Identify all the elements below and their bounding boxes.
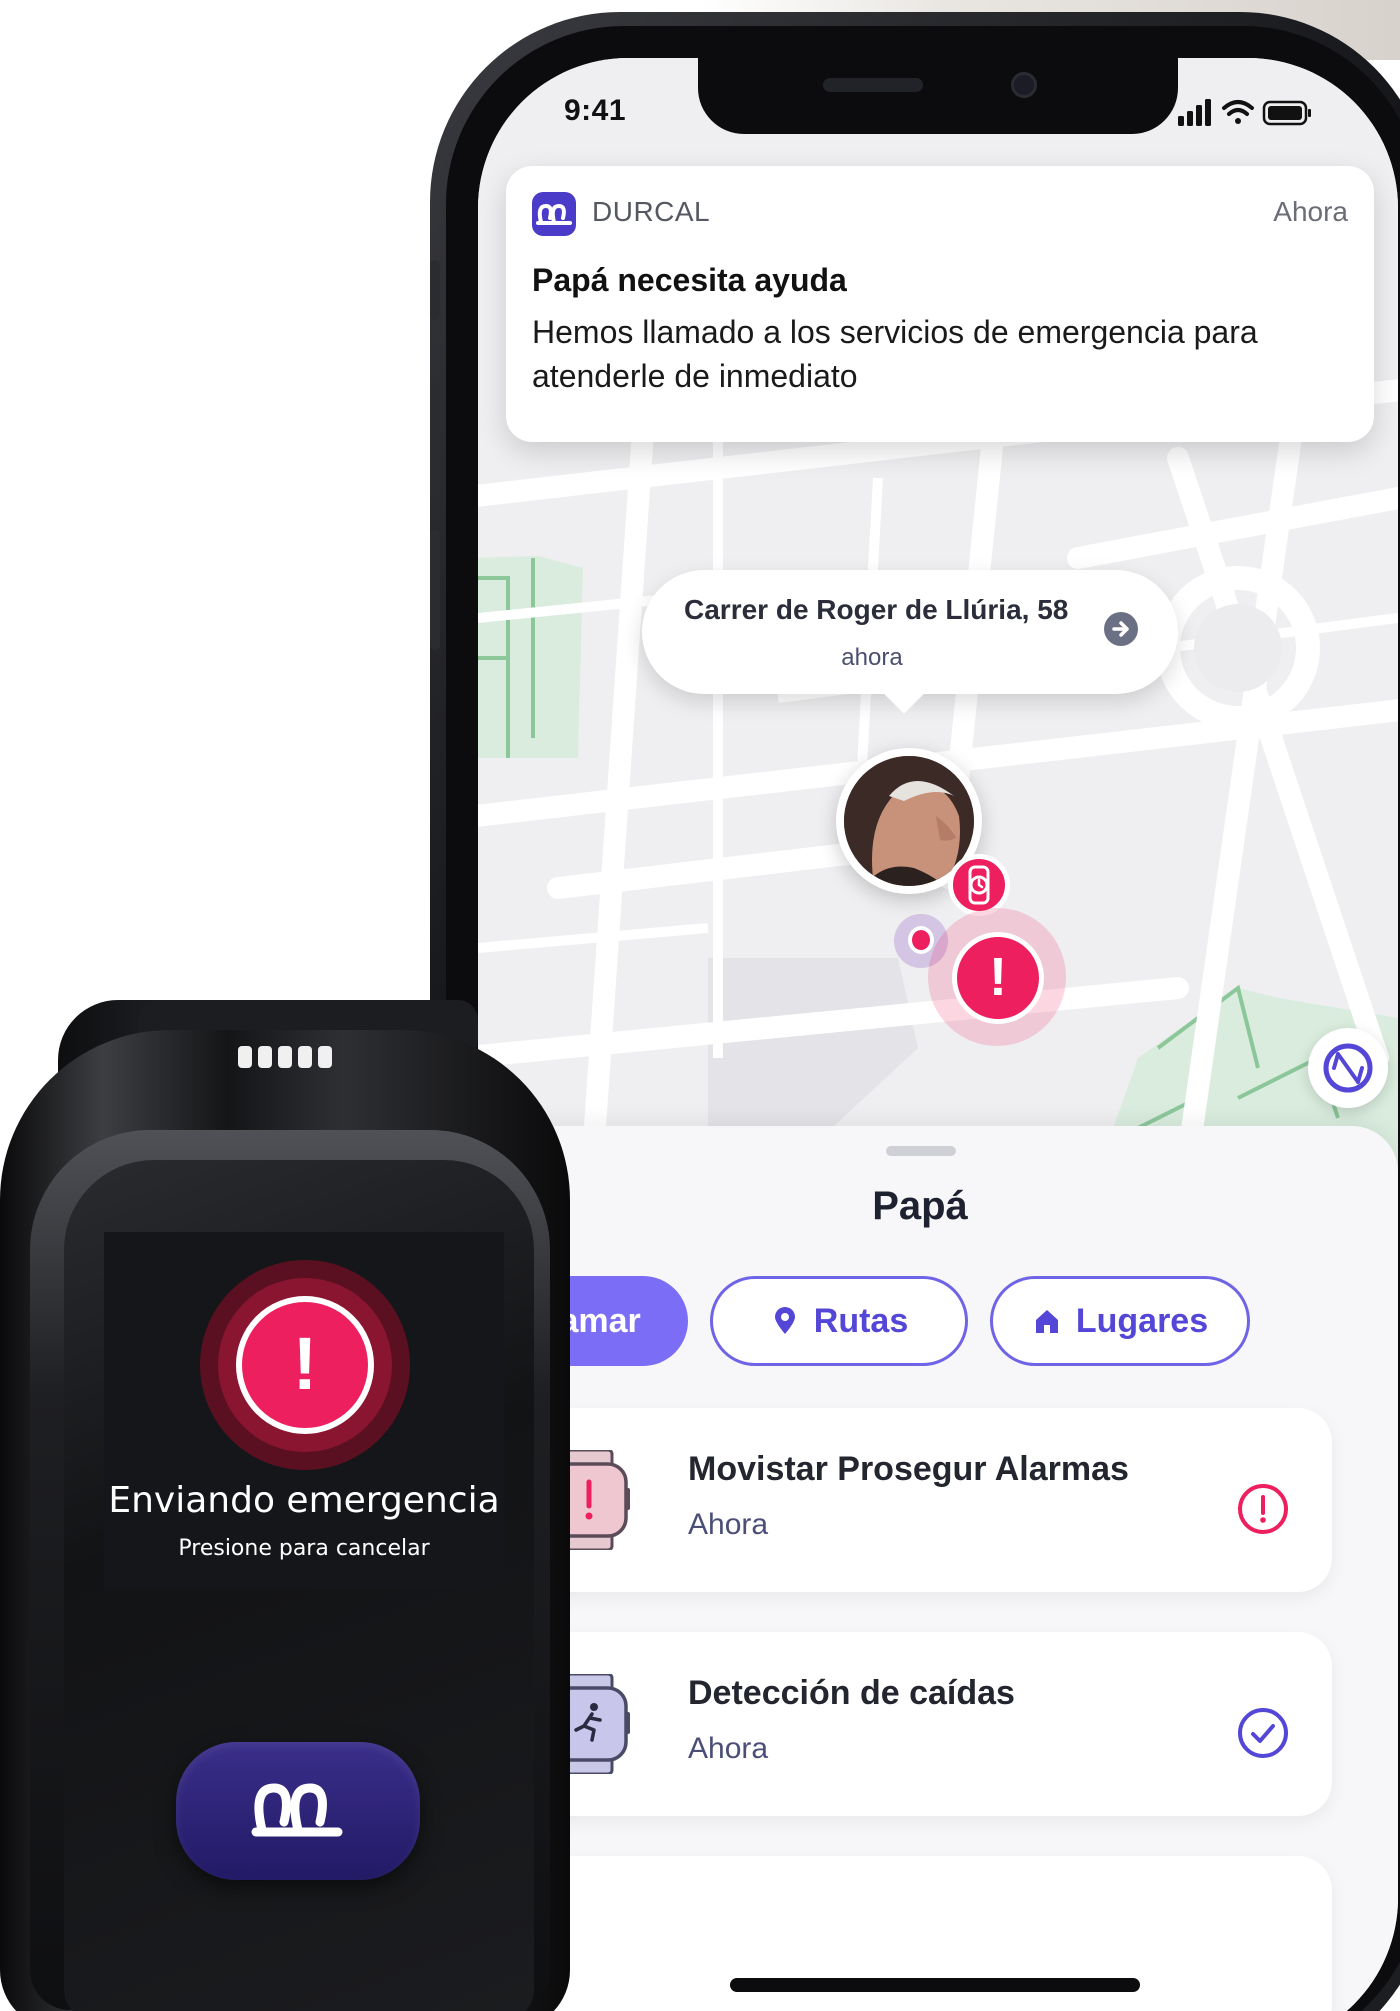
watch-badge-icon — [948, 854, 1010, 916]
location-dot — [908, 926, 934, 954]
phone-screen: 9:41 DURCAL Ahora Papá necesita ayuda He… — [478, 58, 1398, 2011]
product-render: 9:41 DURCAL Ahora Papá necesita ayuda He… — [0, 0, 1400, 2011]
map-pin-icon — [770, 1306, 800, 1336]
durcal-app-icon — [532, 192, 576, 236]
push-notification[interactable]: DURCAL Ahora Papá necesita ayuda Hemos l… — [506, 166, 1374, 442]
event-card-alarm[interactable]: Movistar Prosegur Alarmas Ahora — [498, 1408, 1332, 1592]
home-icon — [1032, 1306, 1062, 1336]
sheet-drag-handle[interactable] — [886, 1146, 956, 1156]
routes-button-label: Rutas — [813, 1301, 909, 1340]
phone-silent-switch — [430, 260, 440, 320]
durcal-logo-icon — [251, 1783, 343, 1837]
routes-button[interactable]: Rutas — [710, 1276, 968, 1366]
home-indicator[interactable] — [730, 1978, 1140, 1992]
location-callout[interactable]: Carrer de Roger de Llúria, 58 ahora — [642, 570, 1178, 694]
bottom-sheet[interactable]: Papá Llamar Rutas Lugares Movistar Prose… — [478, 1126, 1398, 2011]
earpiece — [823, 78, 923, 92]
arrow-right-icon[interactable] — [1104, 612, 1138, 646]
alert-circle-icon — [1236, 1482, 1290, 1536]
watch-screen-title: Enviando emergencia — [108, 1480, 500, 1521]
notification-title: Papá necesita ayuda — [532, 262, 847, 298]
event-title: Movistar Prosegur Alarmas — [688, 1450, 1129, 1488]
front-camera — [1011, 72, 1037, 98]
alert-marker-icon[interactable]: ! — [952, 932, 1044, 1024]
location-time: ahora — [841, 644, 903, 671]
event-time: Ahora — [688, 1732, 769, 1765]
sheet-title: Papá — [872, 1184, 968, 1228]
event-card-fall-detection[interactable]: Detección de caídas Ahora — [498, 1632, 1332, 1816]
signal-icon — [1178, 99, 1211, 126]
watch-screen-subtitle: Presione para cancelar — [178, 1536, 430, 1561]
phone-volume-down — [430, 530, 440, 650]
watch-speaker-grill — [238, 1046, 338, 1068]
battery-icon — [1262, 100, 1311, 126]
check-circle-icon — [1236, 1706, 1290, 1760]
alert-icon: ! — [236, 1296, 374, 1434]
status-icons — [1178, 96, 1318, 128]
watch-sos-button[interactable] — [176, 1742, 420, 1880]
watch-screen[interactable]: ! Enviando emergencia Presione para canc… — [104, 1232, 504, 1588]
notification-time: Ahora — [1273, 196, 1348, 227]
notch — [698, 58, 1178, 134]
status-time: 9:41 — [564, 94, 627, 127]
event-title: Detección de caídas — [688, 1674, 1015, 1712]
notification-body: Hemos llamado a los servicios de emergen… — [532, 314, 1258, 394]
location-address: Carrer de Roger de Llúria, 58 — [684, 594, 1069, 625]
compass-button[interactable] — [1308, 1028, 1388, 1108]
places-button-label: Lugares — [1075, 1301, 1209, 1340]
wifi-icon — [1222, 100, 1254, 124]
notification-app-name: DURCAL — [592, 196, 711, 227]
phone-volume-up — [430, 380, 440, 500]
compass-icon — [1323, 1043, 1373, 1093]
places-button[interactable]: Lugares — [990, 1276, 1250, 1366]
event-time: Ahora — [688, 1508, 769, 1541]
